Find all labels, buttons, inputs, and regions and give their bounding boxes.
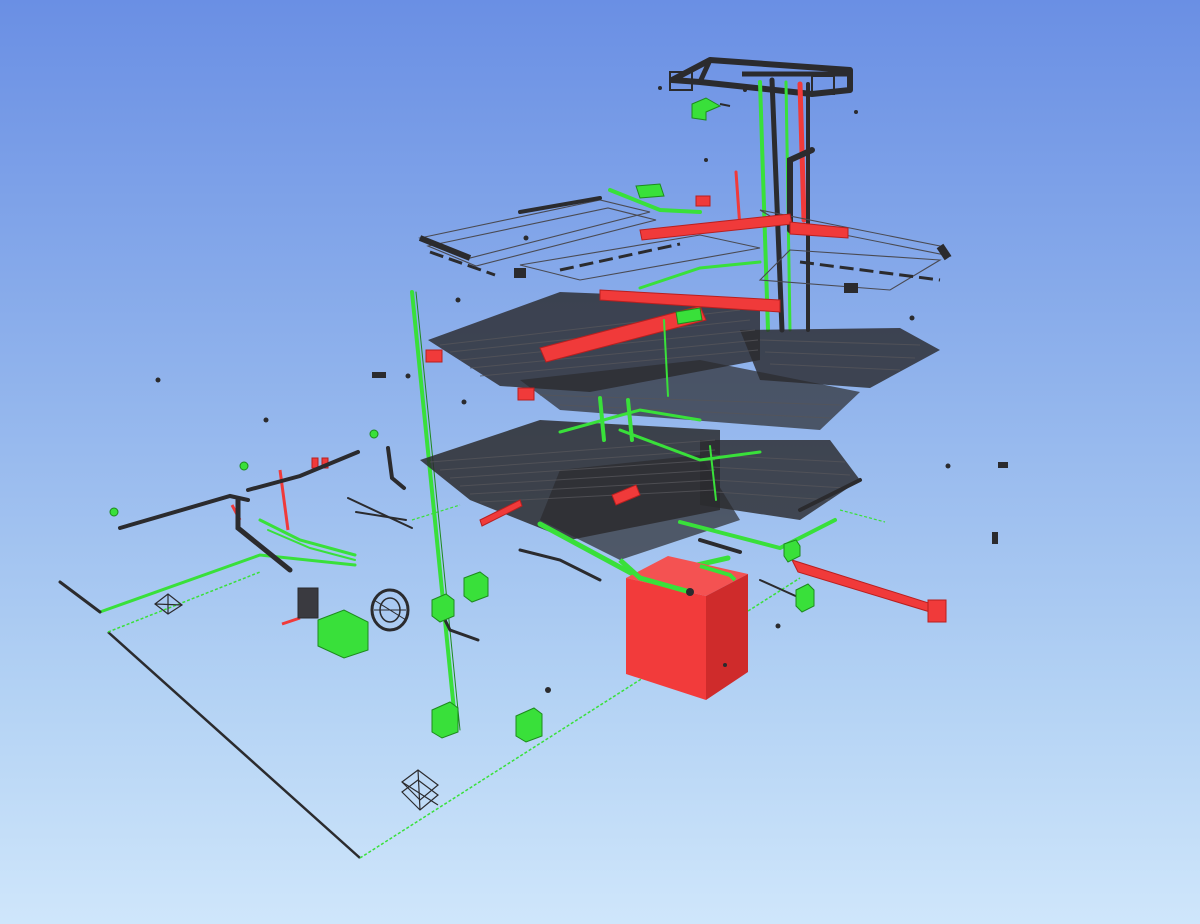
ground-outline: [107, 504, 886, 859]
red-tank[interactable]: [618, 556, 748, 700]
mep-model[interactable]: [0, 0, 1200, 924]
wireframe-box[interactable]: [154, 593, 439, 811]
3d-viewport[interactable]: [0, 0, 1200, 924]
floor-level: [418, 199, 952, 291]
